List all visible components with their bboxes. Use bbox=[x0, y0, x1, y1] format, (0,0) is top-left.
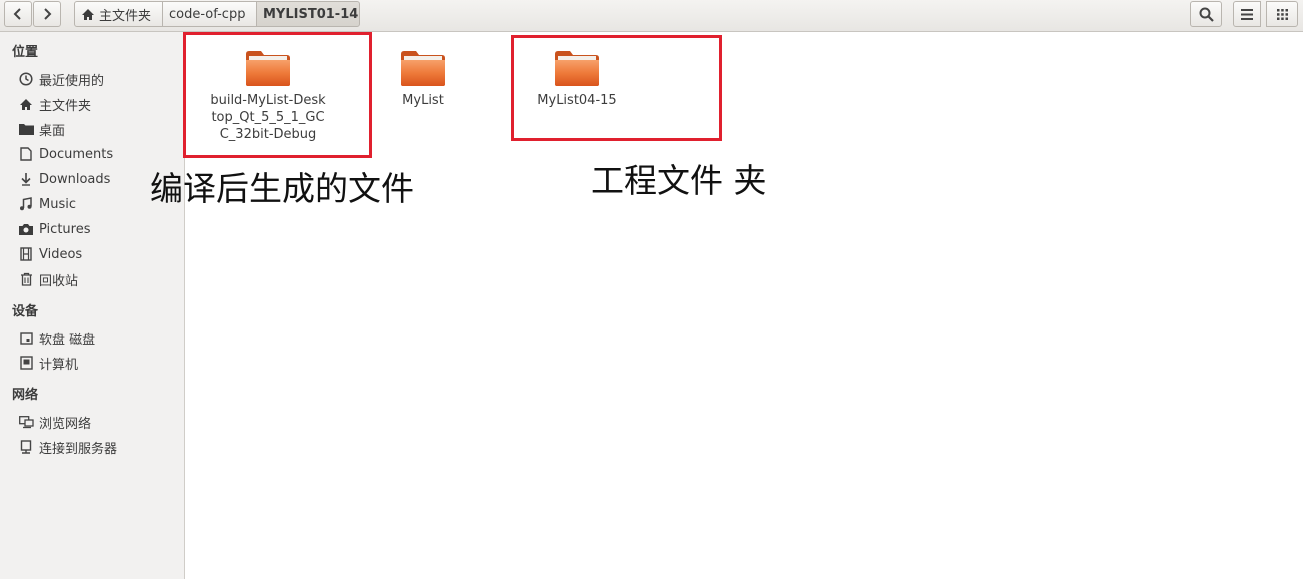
download-icon bbox=[18, 171, 34, 187]
network-icon bbox=[18, 414, 34, 430]
sidebar-item-floppy[interactable]: 软盘 磁盘 bbox=[18, 328, 95, 348]
sidebar-item-label: Music bbox=[39, 196, 76, 212]
computer-icon bbox=[18, 355, 34, 371]
document-icon bbox=[18, 146, 34, 162]
sidebar-item-label: 浏览网络 bbox=[39, 416, 92, 432]
highlight-box-build bbox=[183, 32, 372, 158]
list-menu-icon bbox=[1241, 8, 1253, 20]
sidebar-item-pictures[interactable]: Pictures bbox=[18, 219, 90, 239]
breadcrumb-home[interactable]: 主文件夹 bbox=[74, 1, 163, 27]
sidebar-item-label: Downloads bbox=[39, 171, 111, 187]
sidebar-item-trash[interactable]: 回收站 bbox=[18, 269, 78, 289]
sidebar-item-label: 桌面 bbox=[39, 123, 66, 139]
sidebar-item-label: 连接到服务器 bbox=[39, 441, 118, 457]
annotation-build-output: 编译后生成的文件 bbox=[150, 169, 414, 208]
sidebar-item-label: Documents bbox=[39, 146, 114, 162]
trash-icon bbox=[18, 271, 34, 287]
sidebar-item-documents[interactable]: Documents bbox=[18, 144, 113, 164]
search-button[interactable] bbox=[1190, 1, 1222, 27]
sidebar: 位置 最近使用的 主文件夹 桌面 Documents Downloads Mus… bbox=[0, 32, 185, 579]
folder-item-mylist[interactable]: MyList bbox=[363, 48, 483, 109]
sidebar-item-label: 软盘 磁盘 bbox=[39, 332, 96, 348]
server-icon bbox=[18, 439, 34, 455]
sidebar-item-downloads[interactable]: Downloads bbox=[18, 169, 110, 189]
folder-name: MyList bbox=[402, 93, 444, 108]
sidebar-item-label: 计算机 bbox=[39, 357, 79, 373]
clock-icon bbox=[18, 71, 34, 87]
music-icon bbox=[18, 196, 34, 212]
film-icon bbox=[18, 246, 34, 262]
folder-icon bbox=[18, 121, 34, 137]
sidebar-section-network: 网络 bbox=[12, 388, 39, 403]
sidebar-item-browse-network[interactable]: 浏览网络 bbox=[18, 412, 91, 432]
sidebar-item-computer[interactable]: 计算机 bbox=[18, 353, 78, 373]
sidebar-item-desktop[interactable]: 桌面 bbox=[18, 119, 65, 139]
home-icon bbox=[18, 96, 34, 112]
grid-view-icon bbox=[1276, 8, 1288, 20]
breadcrumb-label: 主文件夹 bbox=[99, 8, 152, 24]
sidebar-item-home[interactable]: 主文件夹 bbox=[18, 94, 91, 114]
breadcrumb-current[interactable]: MYLIST01-14 bbox=[256, 1, 360, 27]
chevron-left-icon bbox=[13, 8, 21, 20]
sidebar-item-label: 主文件夹 bbox=[39, 98, 92, 114]
folder-icon bbox=[401, 51, 445, 86]
chevron-right-icon bbox=[44, 8, 52, 20]
sidebar-item-recent[interactable]: 最近使用的 bbox=[18, 69, 104, 89]
sidebar-item-label: 回收站 bbox=[39, 273, 79, 289]
breadcrumb-label: MYLIST01-14 bbox=[263, 6, 359, 22]
sidebar-item-videos[interactable]: Videos bbox=[18, 244, 82, 264]
back-button[interactable] bbox=[4, 1, 32, 27]
sidebar-item-connect-server[interactable]: 连接到服务器 bbox=[18, 437, 117, 457]
camera-icon bbox=[18, 221, 34, 237]
home-icon bbox=[82, 8, 94, 20]
toolbar: 主文件夹 code-of-cpp MYLIST01-14 bbox=[0, 0, 1303, 32]
sidebar-section-devices: 设备 bbox=[12, 304, 39, 319]
sidebar-item-label: Pictures bbox=[39, 221, 91, 237]
annotation-project-folder: 工程文件 夹 bbox=[591, 161, 767, 200]
disk-icon bbox=[18, 330, 34, 346]
breadcrumb-code-of-cpp[interactable]: code-of-cpp bbox=[162, 1, 257, 27]
sidebar-item-music[interactable]: Music bbox=[18, 194, 76, 214]
search-icon bbox=[1199, 7, 1214, 22]
view-toggle-button[interactable] bbox=[1266, 1, 1298, 27]
sidebar-section-places: 位置 bbox=[12, 45, 39, 60]
forward-button[interactable] bbox=[33, 1, 61, 27]
sidebar-item-label: 最近使用的 bbox=[39, 73, 105, 89]
breadcrumb-label: code-of-cpp bbox=[169, 6, 246, 22]
highlight-box-project bbox=[511, 35, 722, 141]
menu-button[interactable] bbox=[1233, 1, 1261, 27]
sidebar-item-label: Videos bbox=[39, 246, 83, 262]
